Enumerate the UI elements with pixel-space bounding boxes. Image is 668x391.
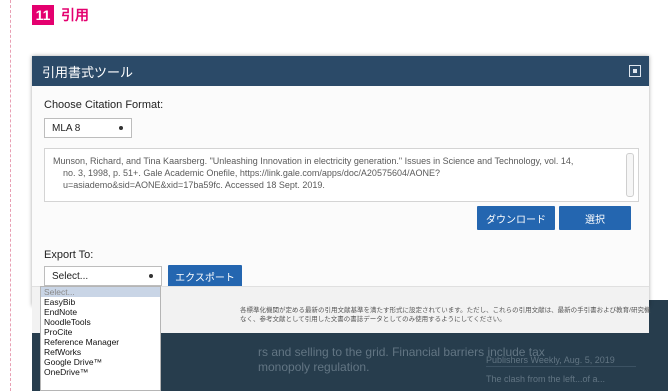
dropdown-option[interactable]: OneDrive™: [41, 367, 160, 377]
dropdown-option[interactable]: Reference Manager: [41, 337, 160, 347]
citation-notice: 各標準化機関が定める最新の引用文献基準を満たす形式に設定されています。ただし、こ…: [240, 306, 650, 324]
format-select-value: MLA 8: [52, 122, 81, 134]
background-sidebar-text: The clash from the left...of a...: [486, 374, 606, 384]
section-title: 引用: [61, 7, 89, 23]
export-label: Export To:: [44, 249, 94, 261]
citation-line: no. 3, 1998, p. 51+. Gale Academic Onefi…: [63, 168, 440, 178]
export-select[interactable]: Select...: [44, 266, 162, 286]
notice-line: なく、参考文献として引用した文書の書誌データとしてのみ使用するようにしてください…: [240, 316, 506, 323]
dropdown-option[interactable]: Google Drive™: [41, 357, 160, 367]
dialog-title: 引用書式ツール: [42, 64, 134, 80]
export-button[interactable]: エクスポート: [168, 265, 242, 287]
citation-line: Munson, Richard, and Tina Kaarsberg. "Un…: [53, 156, 574, 166]
background-text-line: monopoly regulation.: [258, 360, 370, 374]
format-label: Choose Citation Format:: [44, 99, 164, 111]
citation-dialog: 引用書式ツール Choose Citation Format: MLA 8 Mu…: [32, 56, 649, 306]
select-button[interactable]: 選択: [559, 206, 631, 230]
dropdown-option[interactable]: NoodleTools: [41, 317, 160, 327]
dropdown-option[interactable]: EndNote: [41, 307, 160, 317]
dropdown-option[interactable]: RefWorks: [41, 347, 160, 357]
dashed-guide-line: [10, 0, 11, 391]
dialog-header: 引用書式ツール: [32, 56, 649, 86]
dropdown-caret-icon: [149, 274, 153, 278]
export-dropdown-list[interactable]: Select... EasyBib EndNote NoodleTools Pr…: [40, 286, 161, 391]
background-sidebar-text: Publishers Weekly, Aug. 5, 2019: [486, 355, 615, 365]
dropdown-option[interactable]: Select...: [41, 287, 160, 297]
dropdown-option[interactable]: EasyBib: [41, 297, 160, 307]
citation-scrollbar[interactable]: [626, 153, 634, 197]
export-select-value: Select...: [52, 270, 89, 282]
dropdown-caret-icon: [119, 126, 123, 130]
download-button[interactable]: ダウンロード: [477, 206, 555, 230]
section-number-badge: 11: [32, 5, 54, 25]
close-icon[interactable]: [629, 65, 641, 77]
citation-line: u=asiademo&sid=AONE&xid=17ba59fc. Access…: [63, 180, 325, 190]
background-divider: [486, 366, 636, 367]
section-heading: 11 引用: [32, 4, 89, 26]
citation-format-select[interactable]: MLA 8: [44, 118, 132, 138]
citation-text-box[interactable]: Munson, Richard, and Tina Kaarsberg. "Un…: [44, 148, 639, 202]
dropdown-option[interactable]: ProCite: [41, 327, 160, 337]
notice-line: 各標準化機関が定める最新の引用文献基準を満たす形式に設定されています。ただし、こ…: [240, 307, 651, 314]
